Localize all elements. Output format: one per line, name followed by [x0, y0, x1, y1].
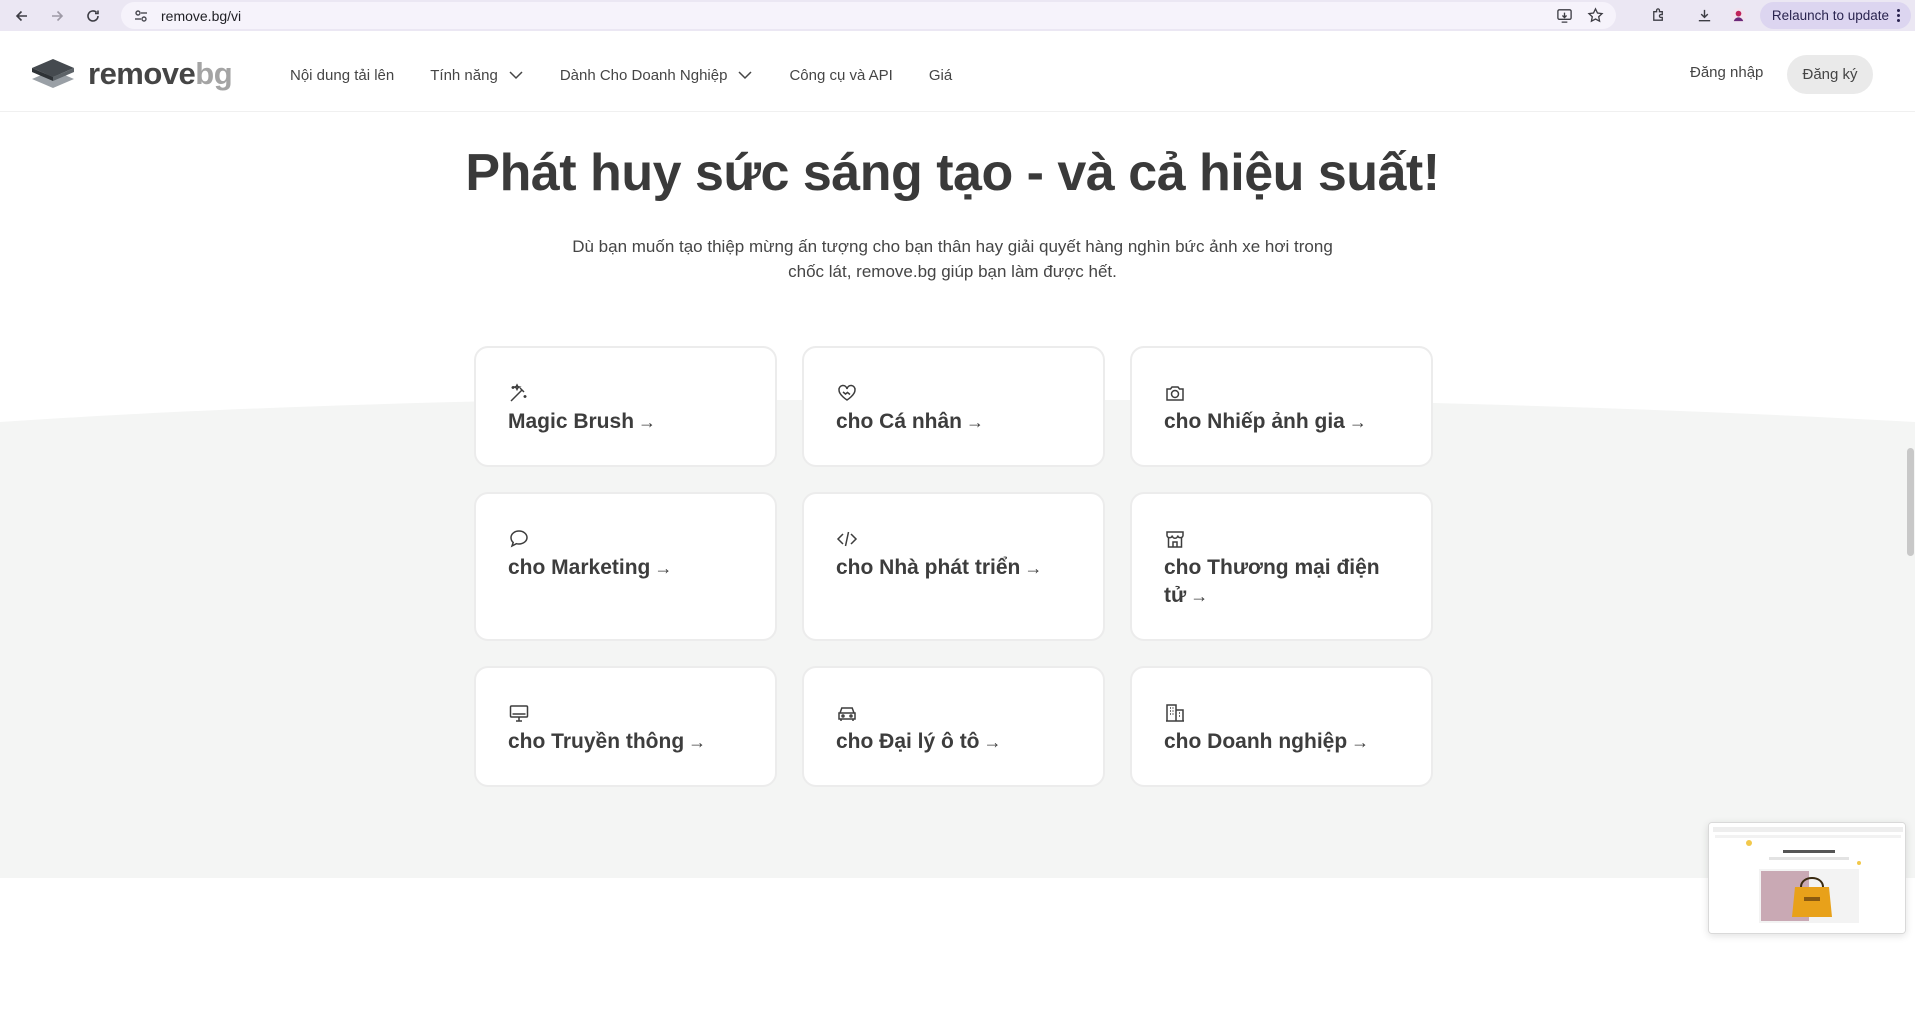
- scrollbar-thumb[interactable]: [1907, 448, 1914, 556]
- card-media[interactable]: cho Truyền thông →: [474, 666, 777, 787]
- url-text: remove.bg/vi: [161, 7, 242, 24]
- chevron-down-icon: [509, 71, 523, 80]
- relaunch-label: Relaunch to update: [1771, 8, 1889, 23]
- site-header: removebg Nội dung tải lên Tính năng Dành…: [0, 38, 1915, 112]
- forward-icon[interactable]: [43, 2, 71, 30]
- main-nav: Nội dung tải lên Tính năng Dành Cho Doan…: [290, 38, 952, 112]
- magic-wand-icon: [510, 383, 527, 402]
- bookmark-star-icon[interactable]: [1587, 7, 1604, 29]
- camera-icon: [1166, 386, 1184, 401]
- signup-button[interactable]: Đăng ký: [1787, 55, 1873, 94]
- nav-uploads[interactable]: Nội dung tải lên: [290, 67, 394, 84]
- nav-features[interactable]: Tính năng: [430, 67, 524, 84]
- logo-text: removebg: [88, 56, 233, 91]
- card-enterprise[interactable]: cho Doanh nghiệp →: [1130, 666, 1433, 787]
- nav-business[interactable]: Dành Cho Doanh Nghiệp: [560, 67, 754, 84]
- chevron-down-icon: [738, 71, 752, 80]
- extensions-icon[interactable]: [1640, 7, 1678, 24]
- profile-avatar-icon[interactable]: [1724, 7, 1754, 24]
- logo[interactable]: removebg: [30, 56, 233, 92]
- login-link[interactable]: Đăng nhập: [1690, 64, 1763, 81]
- card-car-dealers[interactable]: cho Đại lý ô tô →: [802, 666, 1105, 787]
- speech-bubble-icon: [510, 530, 528, 548]
- install-app-icon[interactable]: [1556, 7, 1573, 29]
- site-settings-icon[interactable]: [133, 8, 149, 24]
- preview-image-icon: [1709, 823, 1905, 933]
- monitor-icon: [509, 705, 529, 722]
- hero-subtitle: Dù bạn muốn tạo thiệp mừng ấn tượng cho …: [572, 237, 1333, 281]
- code-icon: [836, 531, 858, 547]
- heart-handshake-icon: [838, 384, 856, 401]
- card-ecommerce[interactable]: cho Thương mại điện tử →: [1130, 492, 1433, 641]
- download-icon[interactable]: [1686, 7, 1724, 24]
- car-icon: [838, 707, 856, 721]
- page-scrollbar[interactable]: [1906, 112, 1915, 1023]
- card-magic-brush[interactable]: Magic Brush →: [474, 346, 777, 467]
- nav-pricing[interactable]: Giá: [929, 67, 952, 84]
- card-photographers[interactable]: cho Nhiếp ảnh gia →: [1130, 346, 1433, 467]
- page-title: Phát huy sức sáng tạo - và cả hiệu suất!: [465, 144, 1440, 202]
- logo-layers-icon: [32, 59, 74, 88]
- more-menu-icon[interactable]: [1897, 9, 1901, 22]
- card-individuals[interactable]: cho Cá nhân →: [802, 346, 1105, 467]
- floating-preview-thumbnail[interactable]: [1708, 822, 1906, 934]
- browser-toolbar: remove.bg/vi Relaunch to update: [0, 0, 1915, 31]
- back-icon[interactable]: [8, 2, 36, 30]
- nav-tools-api[interactable]: Công cụ và API: [789, 67, 892, 84]
- card-marketing[interactable]: cho Marketing →: [474, 492, 777, 641]
- storefront-icon: [1166, 531, 1184, 548]
- address-bar[interactable]: remove.bg/vi: [121, 2, 1616, 29]
- reload-icon[interactable]: [79, 2, 107, 30]
- relaunch-button[interactable]: Relaunch to update: [1759, 2, 1911, 29]
- card-developers[interactable]: cho Nhà phát triển →: [802, 492, 1105, 641]
- building-icon: [1166, 704, 1184, 722]
